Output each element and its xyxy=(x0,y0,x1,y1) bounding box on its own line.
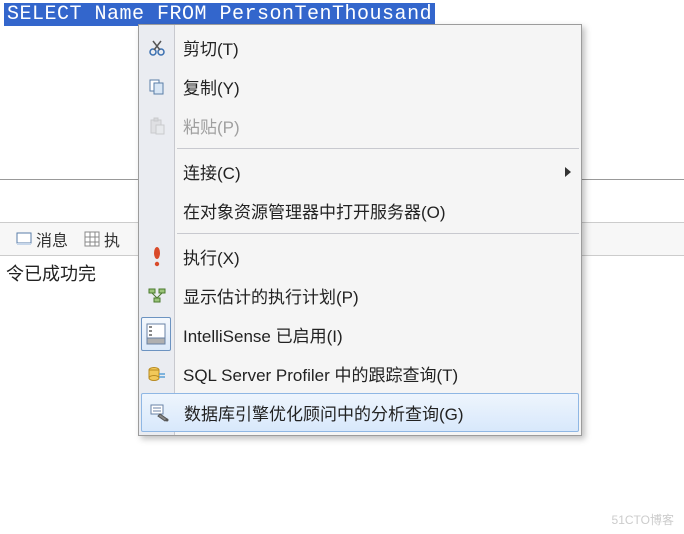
menu-item-connect[interactable]: 连接(C) xyxy=(139,152,581,191)
intellisense-toggle-icon xyxy=(141,317,171,351)
menu-item-label: 粘贴(P) xyxy=(183,113,240,138)
menu-item-copy[interactable]: 复制(Y) xyxy=(139,67,581,106)
menu-item-tuning-advisor[interactable]: 数据库引擎优化顾问中的分析查询(G) xyxy=(141,393,579,432)
menu-item-label: 连接(C) xyxy=(183,159,241,184)
selected-sql-text[interactable]: SELECT Name FROM PersonTenThousand xyxy=(4,3,435,26)
empty-icon xyxy=(145,199,169,223)
editor-context-menu: 剪切(T) 复制(Y) 粘贴(P) 连接(C) 在对象资源管理器中打开服务器(O… xyxy=(138,24,582,436)
tab-messages[interactable]: 消息 xyxy=(8,223,76,255)
profiler-icon xyxy=(145,362,169,386)
menu-item-label: SQL Server Profiler 中的跟踪查询(T) xyxy=(183,361,458,386)
menu-item-label: 执行(X) xyxy=(183,244,240,269)
menu-item-label: 在对象资源管理器中打开服务器(O) xyxy=(183,198,446,223)
menu-item-cut[interactable]: 剪切(T) xyxy=(139,28,581,67)
paste-icon xyxy=(145,114,169,138)
menu-item-label: 复制(Y) xyxy=(183,74,240,99)
menu-separator xyxy=(177,148,579,149)
menu-item-label: 数据库引擎优化顾问中的分析查询(G) xyxy=(184,400,464,425)
tab-other[interactable]: 执 xyxy=(76,223,128,255)
chevron-right-icon xyxy=(565,167,571,177)
menu-item-paste: 粘贴(P) xyxy=(139,106,581,145)
cut-icon xyxy=(145,36,169,60)
watermark-text: 51CTO博客 xyxy=(612,511,674,528)
menu-item-open-in-object-explorer[interactable]: 在对象资源管理器中打开服务器(O) xyxy=(139,191,581,230)
tab-other-label: 执 xyxy=(104,227,120,251)
results-message-text: 令已成功完 xyxy=(6,260,96,286)
copy-icon xyxy=(145,75,169,99)
menu-item-show-estimated-plan[interactable]: 显示估计的执行计划(P) xyxy=(139,276,581,315)
grid-icon xyxy=(84,231,100,247)
menu-item-label: 显示估计的执行计划(P) xyxy=(183,283,359,308)
exclaim-icon xyxy=(145,245,169,269)
tab-messages-label: 消息 xyxy=(36,227,68,251)
menu-item-sql-profiler-trace[interactable]: SQL Server Profiler 中的跟踪查询(T) xyxy=(139,354,581,393)
tuning-icon xyxy=(148,401,172,425)
messages-icon xyxy=(16,231,32,247)
empty-icon xyxy=(145,160,169,184)
menu-item-label: 剪切(T) xyxy=(183,35,239,60)
menu-item-intellisense-enabled[interactable]: IntelliSense 已启用(I) xyxy=(139,315,581,354)
menu-separator xyxy=(177,233,579,234)
plan-icon xyxy=(145,284,169,308)
menu-item-label: IntelliSense 已启用(I) xyxy=(183,322,343,347)
menu-item-execute[interactable]: 执行(X) xyxy=(139,237,581,276)
